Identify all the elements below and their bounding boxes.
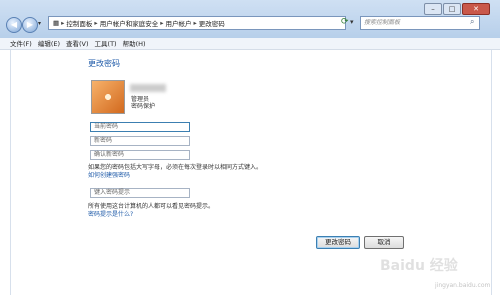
title-bar: – □ ✕ ◀ ▶ ▾ ▦ ▸ 控制面板 ▸ 用户帐户和家庭安全 ▸ 用户帐户 …	[0, 0, 500, 39]
minimize-button[interactable]: –	[424, 3, 442, 15]
recent-pages-dropdown[interactable]: ▾	[38, 20, 41, 27]
account-name-redacted	[130, 84, 166, 92]
crumb-control-panel[interactable]: 控制面板	[66, 18, 92, 28]
maximize-button[interactable]: □	[443, 3, 461, 15]
confirm-password-field[interactable]: 确认新密码	[90, 150, 190, 160]
menu-file[interactable]: 文件(F)	[10, 38, 32, 49]
current-password-field[interactable]: 当前密码	[90, 122, 190, 132]
account-role: 管理员	[131, 96, 150, 103]
crumb-change-password[interactable]: 更改密码	[199, 18, 225, 28]
address-separator: ▸	[94, 19, 98, 27]
user-avatar	[91, 80, 125, 114]
forward-button[interactable]: ▶	[22, 17, 38, 33]
cancel-button[interactable]: 取消	[364, 236, 404, 249]
refresh-icon[interactable]: ⟳	[341, 17, 349, 27]
address-bar[interactable]: ▦ ▸ 控制面板 ▸ 用户帐户和家庭安全 ▸ 用户帐户 ▸ 更改密码	[48, 16, 346, 30]
address-separator: ▸	[193, 19, 197, 27]
baidu-watermark: Baidu 经验	[380, 258, 458, 274]
address-separator: ▸	[160, 19, 164, 27]
watermark-site: jingyan.baidu.com	[435, 282, 491, 289]
menu-tools[interactable]: 工具(T)	[95, 38, 117, 49]
crumb-user-accounts-family[interactable]: 用户帐户和家庭安全	[100, 18, 159, 28]
window-controls: – □ ✕	[424, 3, 490, 15]
account-info: 管理员 密码保护	[131, 96, 155, 110]
account-status: 密码保护	[131, 103, 156, 110]
close-button[interactable]: ✕	[462, 3, 490, 15]
menu-view[interactable]: 查看(V)	[66, 38, 89, 49]
menu-help[interactable]: 帮助(H)	[123, 38, 146, 49]
password-hint-field[interactable]: 键入密码提示	[90, 188, 190, 198]
what-is-hint-link[interactable]: 密码提示是什么?	[88, 209, 133, 218]
change-password-button[interactable]: 更改密码	[316, 236, 360, 249]
menu-bar: 文件(F) 编辑(E) 查看(V) 工具(T) 帮助(H)	[0, 38, 500, 50]
search-input[interactable]: 搜索控制面板	[360, 16, 480, 30]
search-icon[interactable]: ⌕	[470, 17, 474, 27]
page-title: 更改密码	[88, 59, 120, 68]
crumb-user-accounts[interactable]: 用户帐户	[165, 18, 191, 28]
address-separator: ▸	[61, 19, 65, 27]
menu-edit[interactable]: 编辑(E)	[38, 38, 60, 49]
back-button[interactable]: ◀	[6, 17, 22, 33]
control-panel-icon: ▦	[53, 19, 60, 27]
address-dropdown-icon[interactable]: ▾	[350, 18, 354, 26]
strong-password-link[interactable]: 如何创建强密码	[88, 170, 130, 179]
new-password-field[interactable]: 新密码	[90, 136, 190, 146]
